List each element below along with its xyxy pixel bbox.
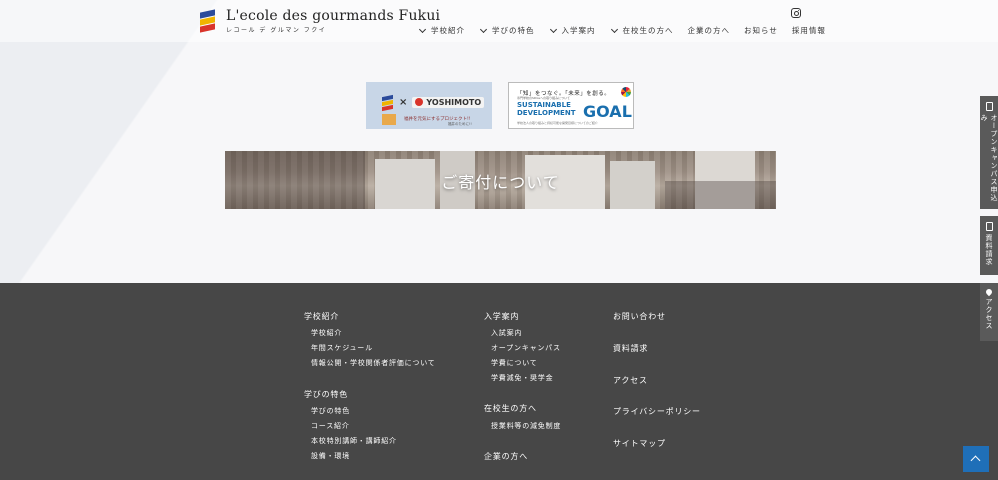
main-nav: 学校紹介 学びの特色 入学案内 在校生の方へ 企業の方へ お知らせ 採用情報 bbox=[418, 25, 840, 36]
instagram-icon[interactable] bbox=[791, 8, 801, 18]
side-tab-label: 資料請求 bbox=[985, 234, 993, 266]
page-top-button[interactable] bbox=[963, 446, 989, 472]
sdgs-banner[interactable]: 「知」をつなぐ。「未来」を創る。 専門学校のSDGsへの取り組みについて SUS… bbox=[508, 82, 634, 129]
times-symbol: × bbox=[399, 96, 408, 108]
nav-item-news[interactable]: お知らせ bbox=[744, 25, 778, 36]
nav-item-school[interactable]: 学校紹介 bbox=[418, 25, 465, 36]
chevron-down-icon bbox=[549, 25, 557, 33]
sdgs-name-line2: DEVELOPMENT bbox=[517, 109, 576, 117]
logo-subtitle: レコール デ グルマン フクイ bbox=[226, 27, 327, 34]
yoshimoto-logo: YOSHIMOTO bbox=[412, 96, 485, 108]
footer-link[interactable]: 情報公開・学校関係者評価について bbox=[311, 358, 436, 368]
donation-banner[interactable]: ご寄付について bbox=[225, 151, 776, 209]
footer-heading-school[interactable]: 学校紹介 bbox=[304, 311, 339, 322]
footer-heading-features[interactable]: 学びの特色 bbox=[304, 389, 348, 400]
background-decoration bbox=[0, 0, 998, 290]
footer-link-access[interactable]: アクセス bbox=[613, 375, 648, 386]
donation-title: ご寄付について bbox=[441, 173, 560, 192]
nav-label: 入学案内 bbox=[561, 26, 596, 35]
sdgs-goals: GOALS bbox=[583, 102, 633, 121]
footer-link[interactable]: 学校紹介 bbox=[311, 328, 342, 338]
logo-mark-icon bbox=[382, 94, 394, 112]
footer-link[interactable]: 設備・環境 bbox=[311, 451, 350, 461]
chevron-down-icon bbox=[418, 25, 427, 33]
map-pin-icon bbox=[984, 287, 994, 297]
footer-link[interactable]: オープンキャンパス bbox=[491, 343, 561, 353]
footer-link-privacy[interactable]: プライバシーポリシー bbox=[613, 406, 701, 417]
sdgs-wheel-icon bbox=[621, 87, 631, 97]
footer-link[interactable]: 入試案内 bbox=[491, 328, 522, 338]
side-tab-access[interactable]: アクセス bbox=[980, 283, 998, 341]
nav-item-features[interactable]: 学びの特色 bbox=[479, 25, 535, 36]
character-illustration bbox=[382, 114, 396, 125]
footer-heading-students[interactable]: 在校生の方へ bbox=[484, 403, 537, 414]
site-footer: 学校紹介 学校紹介 年間スケジュール 情報公開・学校関係者評価について 学びの特… bbox=[0, 283, 998, 480]
footer-link[interactable]: 学費について bbox=[491, 358, 538, 368]
yoshimoto-mark-icon bbox=[415, 98, 424, 106]
chevron-down-icon bbox=[610, 25, 618, 33]
footer-link-sitemap[interactable]: サイトマップ bbox=[613, 438, 666, 449]
logo-mark-icon bbox=[200, 9, 216, 33]
nav-label: 企業の方へ bbox=[687, 26, 730, 35]
banner-caption-small: 福井のために!! bbox=[448, 122, 472, 126]
nav-item-students[interactable]: 在校生の方へ bbox=[610, 25, 674, 36]
nav-label: お知らせ bbox=[744, 26, 778, 35]
nav-item-companies[interactable]: 企業の方へ bbox=[688, 25, 731, 36]
footer-link[interactable]: 学費減免・奨学金 bbox=[491, 373, 553, 383]
yoshimoto-brand: YOSHIMOTO bbox=[426, 97, 482, 107]
nav-label: 採用情報 bbox=[791, 26, 826, 35]
side-tab-brochure[interactable]: 資料請求 bbox=[980, 216, 998, 275]
site-logo[interactable]: L'ecole des gourmands Fukui レコール デ グルマン … bbox=[200, 9, 440, 34]
nav-item-recruit[interactable]: 採用情報 bbox=[792, 25, 826, 36]
side-tab-open-campus[interactable]: オープンキャンパス申込み bbox=[980, 96, 998, 209]
site-header: L'ecole des gourmands Fukui レコール デ グルマン … bbox=[0, 0, 998, 42]
footer-link[interactable]: コース紹介 bbox=[311, 421, 350, 431]
footer-heading-admission[interactable]: 入学案内 bbox=[484, 311, 519, 322]
sdgs-name: SUSTAINABLE DEVELOPMENT bbox=[517, 101, 575, 117]
nav-item-admission[interactable]: 入学案内 bbox=[549, 25, 596, 36]
document-icon bbox=[985, 222, 993, 231]
document-icon bbox=[985, 102, 993, 111]
logo-title: L'ecole des gourmands Fukui bbox=[226, 8, 441, 24]
chevron-up-icon bbox=[970, 455, 981, 466]
footer-link[interactable]: 本校特別講師・講師紹介 bbox=[311, 436, 397, 446]
nav-label: 学校紹介 bbox=[431, 26, 465, 35]
footer-link[interactable]: 年間スケジュール bbox=[311, 343, 373, 353]
chevron-down-icon bbox=[479, 25, 488, 33]
nav-label: 学びの特色 bbox=[492, 26, 535, 35]
sdgs-small-text: 専門学校のSDGsへの取り組みについて bbox=[517, 96, 571, 100]
footer-link[interactable]: 学びの特色 bbox=[311, 406, 350, 416]
nav-label: 在校生の方へ bbox=[622, 26, 674, 35]
side-tab-label: アクセス bbox=[985, 298, 993, 330]
yoshimoto-banner[interactable]: × YOSHIMOTO 福井を元気にするプロジェクト!! 福井のために!! bbox=[366, 82, 492, 129]
footer-link-brochure[interactable]: 資料請求 bbox=[613, 343, 648, 354]
sdgs-footnote: 学校法人の取り組みと持続可能な開発目標についてのご紹介 bbox=[517, 121, 598, 125]
sdgs-name-line1: SUSTAINABLE bbox=[517, 101, 571, 109]
footer-link-contact[interactable]: お問い合わせ bbox=[613, 311, 666, 322]
footer-link[interactable]: 授業料等の減免制度 bbox=[491, 421, 561, 431]
side-tab-label: オープンキャンパス申込み bbox=[980, 113, 998, 202]
footer-heading-companies[interactable]: 企業の方へ bbox=[484, 451, 528, 462]
